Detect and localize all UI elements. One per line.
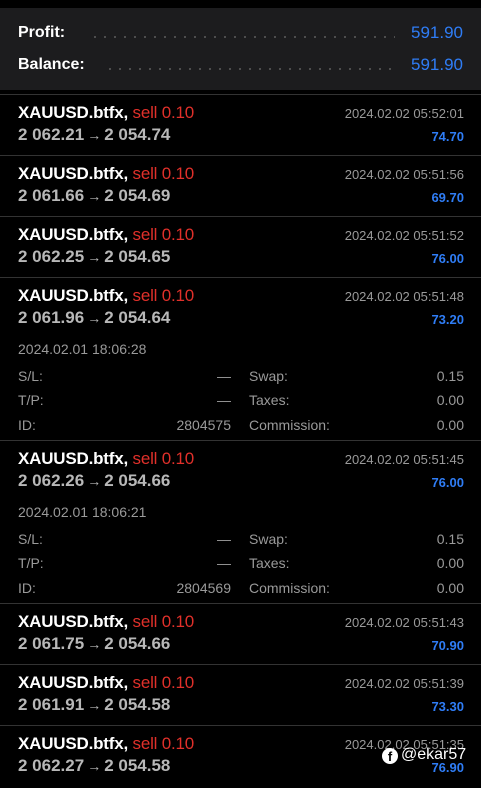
deal-prices: 2 062.21 → 2 054.74 — [18, 125, 171, 144]
deal-profit: 73.20 — [431, 312, 464, 327]
deal-symbol: XAUUSD.btfx, sell 0.10 — [18, 673, 195, 692]
deal-side: sell 0.10 — [132, 286, 195, 305]
deal-symbol: XAUUSD.btfx, sell 0.10 — [18, 286, 195, 305]
deal-row[interactable]: XAUUSD.btfx, sell 0.10 2 062.21 → 2 054.74… — [0, 94, 481, 156]
arrow-right-icon: → — [87, 758, 102, 774]
deal-side: sell 0.10 — [132, 225, 195, 244]
dotted-leader — [90, 36, 395, 38]
balance-row: Balance: 591.90 — [0, 50, 481, 82]
sl-label: S/L: — [18, 531, 43, 547]
sl-value: — — [217, 531, 231, 547]
arrow-right-icon: → — [87, 697, 102, 713]
deal-prices: 2 062.25 → 2 054.65 — [18, 247, 171, 266]
arrow-right-icon: → — [87, 636, 102, 652]
deal-row-expanded[interactable]: XAUUSD.btfx, sell 0.10 2 062.26 → 2 054.66… — [0, 440, 481, 604]
arrow-right-icon: → — [87, 249, 102, 265]
deal-time: 2024.02.02 05:51:52 — [344, 228, 464, 243]
balance-value: 591.90 — [411, 55, 463, 74]
taxes-label: Taxes: — [249, 392, 290, 408]
arrow-right-icon: → — [87, 188, 102, 204]
arrow-right-icon: → — [87, 127, 102, 143]
swap-label: Swap: — [249, 368, 288, 384]
deal-row[interactable]: XAUUSD.btfx, sell 0.10 2 061.91 → 2 054.58… — [0, 664, 481, 726]
deal-row[interactable]: XAUUSD.btfx, sell 0.10 2 062.25 → 2 054.65… — [0, 216, 481, 278]
deal-profit: 74.70 — [431, 129, 464, 144]
dotted-leader — [105, 68, 395, 70]
sl-value: — — [217, 368, 231, 384]
swap-value: 0.15 — [436, 368, 464, 384]
swap-value: 0.15 — [436, 531, 464, 547]
deal-row[interactable]: XAUUSD.btfx, sell 0.10 2 061.66 → 2 054.69… — [0, 155, 481, 217]
deal-time: 2024.02.02 05:52:01 — [344, 106, 464, 121]
id-value: 2804575 — [176, 417, 231, 433]
deal-side: sell 0.10 — [132, 164, 195, 183]
deal-time: 2024.02.02 05:51:45 — [344, 452, 464, 467]
deal-symbol: XAUUSD.btfx, sell 0.10 — [18, 225, 195, 244]
deal-symbol: XAUUSD.btfx, sell 0.10 — [18, 612, 195, 631]
deal-side: sell 0.10 — [132, 449, 195, 468]
deal-prices: 2 061.91 → 2 054.58 — [18, 695, 171, 714]
deal-prices: 2 061.66 → 2 054.69 — [18, 186, 171, 205]
tp-value: — — [217, 555, 231, 571]
taxes-value: 0.00 — [436, 392, 464, 408]
deal-symbol: XAUUSD.btfx, sell 0.10 — [18, 449, 195, 468]
deal-time: 2024.02.02 05:51:39 — [344, 676, 464, 691]
watermark: f @ekar57 — [382, 746, 466, 764]
deal-open-time: 2024.02.01 18:06:28 — [18, 341, 147, 357]
deal-symbol: XAUUSD.btfx, sell 0.10 — [18, 734, 195, 753]
taxes-value: 0.00 — [436, 555, 464, 571]
tp-label: T/P: — [18, 392, 44, 408]
deal-profit: 76.00 — [431, 475, 464, 490]
watermark-text: @ekar57 — [401, 746, 467, 763]
taxes-label: Taxes: — [249, 555, 290, 571]
deal-profit: 73.30 — [431, 699, 464, 714]
deal-time: 2024.02.02 05:51:48 — [344, 289, 464, 304]
deal-side: sell 0.10 — [132, 734, 195, 753]
commission-value: 0.00 — [436, 417, 464, 433]
commission-label: Commission: — [249, 417, 330, 433]
account-summary: Profit: 591.90 Balance: 591.90 — [0, 8, 481, 90]
deal-open-time: 2024.02.01 18:06:21 — [18, 504, 147, 520]
deal-symbol: XAUUSD.btfx, sell 0.10 — [18, 164, 195, 183]
facebook-icon: f — [382, 748, 398, 764]
deal-side: sell 0.10 — [132, 612, 195, 631]
deal-prices: 2 061.75 → 2 054.66 — [18, 634, 171, 653]
deal-row[interactable]: XAUUSD.btfx, sell 0.10 2 061.75 → 2 054.66… — [0, 603, 481, 665]
deal-symbol: XAUUSD.btfx, sell 0.10 — [18, 103, 195, 122]
sl-label: S/L: — [18, 368, 43, 384]
arrow-right-icon: → — [87, 473, 102, 489]
commission-value: 0.00 — [436, 580, 464, 596]
deal-prices: 2 062.26 → 2 054.66 — [18, 471, 171, 490]
deal-side: sell 0.10 — [132, 673, 195, 692]
arrow-right-icon: → — [87, 310, 102, 326]
profit-label: Profit: — [18, 24, 66, 41]
deal-profit: 69.70 — [431, 190, 464, 205]
deal-time: 2024.02.02 05:51:56 — [344, 167, 464, 182]
deal-profit: 70.90 — [431, 638, 464, 653]
swap-label: Swap: — [249, 531, 288, 547]
deal-row-expanded[interactable]: XAUUSD.btfx, sell 0.10 2 061.96 → 2 054.64… — [0, 277, 481, 441]
deal-side: sell 0.10 — [132, 103, 195, 122]
deal-prices: 2 062.27 → 2 054.58 — [18, 756, 171, 775]
tp-value: — — [217, 392, 231, 408]
deal-time: 2024.02.02 05:51:43 — [344, 615, 464, 630]
id-label: ID: — [18, 580, 36, 596]
deal-prices: 2 061.96 → 2 054.64 — [18, 308, 171, 327]
profit-value: 591.90 — [411, 23, 463, 42]
balance-label: Balance: — [18, 56, 85, 73]
id-value: 2804569 — [176, 580, 231, 596]
tp-label: T/P: — [18, 555, 44, 571]
id-label: ID: — [18, 417, 36, 433]
profit-row: Profit: 591.90 — [0, 18, 481, 50]
commission-label: Commission: — [249, 580, 330, 596]
deal-profit: 76.00 — [431, 251, 464, 266]
